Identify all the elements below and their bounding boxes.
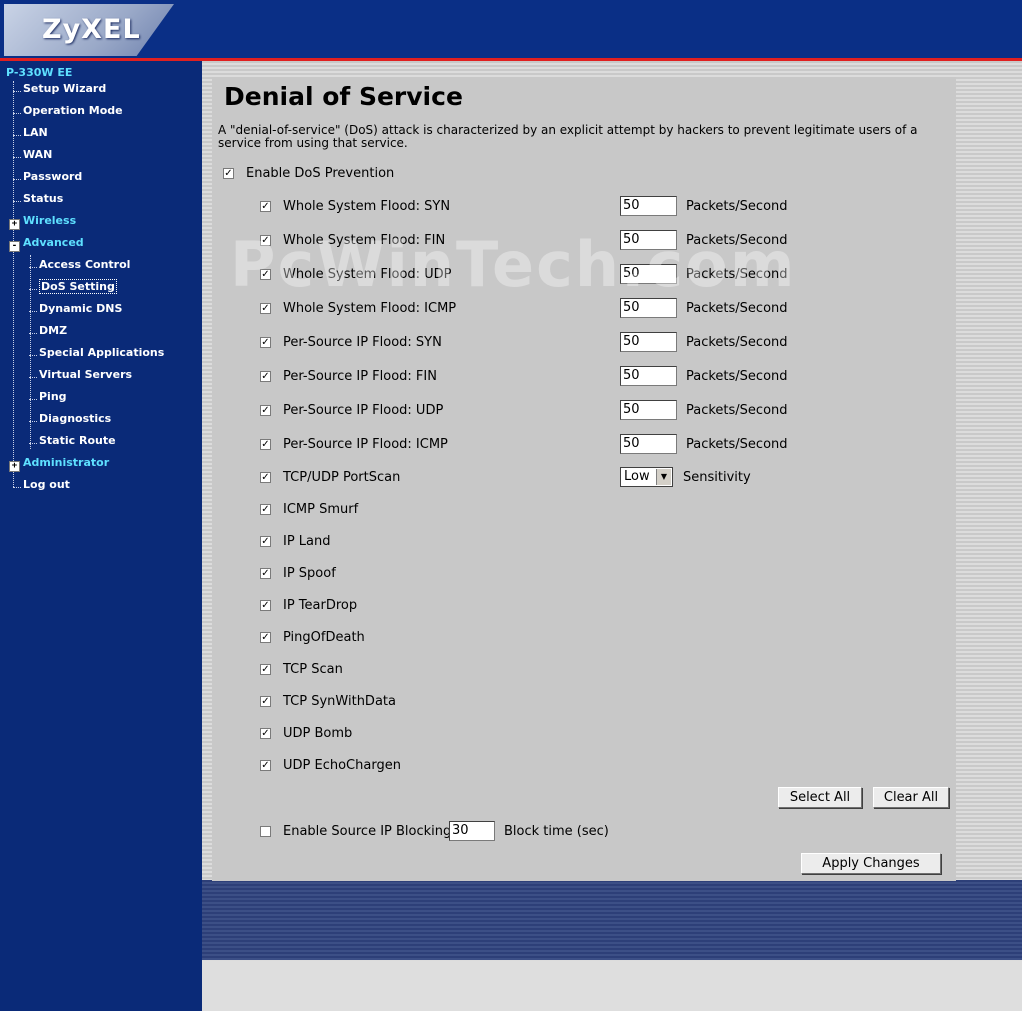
flood-label: Per-Source IP Flood: FIN: [283, 369, 437, 384]
flood-label: Per-Source IP Flood: SYN: [283, 335, 442, 350]
attack-label: IP Land: [283, 534, 331, 549]
flood-unit: Packets/Second: [686, 403, 788, 418]
flood-label: Per-Source IP Flood: UDP: [283, 403, 444, 418]
portscan-checkbox[interactable]: ✓: [260, 472, 271, 483]
flood-label: Whole System Flood: FIN: [283, 233, 446, 248]
attack-label: IP TearDrop: [283, 598, 358, 613]
attack-checkbox[interactable]: ✓: [260, 568, 271, 579]
zyxel-logo: ZyXEL: [42, 14, 141, 45]
enable-dos-checkbox[interactable]: ✓: [223, 168, 234, 179]
flood-rate-input[interactable]: 50: [620, 298, 677, 318]
sidebar-item-operation-mode[interactable]: Operation Mode: [13, 104, 123, 122]
portscan-label: TCP/UDP PortScan: [283, 470, 401, 485]
flood-label: Whole System Flood: SYN: [283, 199, 451, 214]
source-ip-blocking-checkbox[interactable]: [260, 826, 271, 837]
source-ip-blocking-label: Enable Source IP Blocking: [283, 824, 452, 839]
flood-checkbox[interactable]: ✓: [260, 439, 271, 450]
sidebar-item-special-applications[interactable]: Special Applications: [29, 346, 164, 364]
attack-checkbox[interactable]: ✓: [260, 536, 271, 547]
flood-checkbox[interactable]: ✓: [260, 371, 271, 382]
attack-checkbox[interactable]: ✓: [260, 696, 271, 707]
dos-panel: Denial of Service A "denial-of-service" …: [212, 77, 956, 881]
flood-unit: Packets/Second: [686, 301, 788, 316]
tree-line-advanced: [30, 255, 32, 449]
sidebar-item-password[interactable]: Password: [13, 170, 82, 188]
attack-label: UDP Bomb: [283, 726, 353, 741]
sidebar-item-administrator[interactable]: Administrator: [23, 456, 109, 474]
sensitivity-value: Low: [624, 469, 650, 484]
tree-line: [13, 81, 15, 487]
page-description: A "denial-of-service" (DoS) attack is ch…: [218, 123, 918, 150]
flood-unit: Packets/Second: [686, 335, 788, 350]
attack-label: PingOfDeath: [283, 630, 365, 645]
attack-checkbox[interactable]: ✓: [260, 504, 271, 515]
sidebar-item-wireless[interactable]: Wireless: [23, 214, 76, 232]
apply-changes-button[interactable]: Apply Changes: [801, 853, 941, 874]
sidebar-item-dos-setting[interactable]: DoS Setting: [29, 279, 117, 298]
flood-checkbox[interactable]: ✓: [260, 201, 271, 212]
flood-rate-input[interactable]: 50: [620, 400, 677, 420]
flood-rate-input[interactable]: 50: [620, 196, 677, 216]
device-name[interactable]: P-330W EE: [6, 66, 72, 79]
flood-rate-input[interactable]: 50: [620, 264, 677, 284]
flood-checkbox[interactable]: ✓: [260, 303, 271, 314]
block-time-input[interactable]: 30: [449, 821, 495, 841]
flood-unit: Packets/Second: [686, 267, 788, 282]
attack-checkbox[interactable]: ✓: [260, 760, 271, 771]
sidebar-item-access-control[interactable]: Access Control: [29, 258, 130, 276]
flood-rate-input[interactable]: 50: [620, 366, 677, 386]
attack-label: TCP SynWithData: [283, 694, 396, 709]
enable-dos-label: Enable DoS Prevention: [246, 166, 395, 181]
sensitivity-select[interactable]: Low ▼: [620, 467, 673, 487]
sidebar-item-log-out[interactable]: Log out: [13, 478, 70, 496]
collapse-advanced-icon[interactable]: -: [9, 241, 20, 252]
flood-checkbox[interactable]: ✓: [260, 405, 271, 416]
sidebar-item-ping[interactable]: Ping: [29, 390, 67, 408]
attack-label: UDP EchoChargen: [283, 758, 401, 773]
flood-rate-input[interactable]: 50: [620, 332, 677, 352]
chevron-down-icon[interactable]: ▼: [656, 469, 671, 485]
attack-checkbox[interactable]: ✓: [260, 632, 271, 643]
sidebar-item-lan[interactable]: LAN: [13, 126, 48, 144]
expand-administrator-icon[interactable]: +: [9, 461, 20, 472]
sidebar-item-setup-wizard[interactable]: Setup Wizard: [13, 82, 106, 100]
sidebar-item-static-route[interactable]: Static Route: [29, 434, 116, 452]
attack-label: TCP Scan: [283, 662, 343, 677]
sidebar-item-advanced[interactable]: Advanced: [23, 236, 84, 254]
sidebar-item-wan[interactable]: WAN: [13, 148, 52, 166]
flood-checkbox[interactable]: ✓: [260, 269, 271, 280]
main-background-lower: [202, 880, 1022, 960]
flood-label: Whole System Flood: UDP: [283, 267, 452, 282]
attack-checkbox[interactable]: ✓: [260, 664, 271, 675]
flood-label: Whole System Flood: ICMP: [283, 301, 457, 316]
flood-checkbox[interactable]: ✓: [260, 235, 271, 246]
sidebar-item-status[interactable]: Status: [13, 192, 63, 210]
flood-unit: Packets/Second: [686, 437, 788, 452]
attack-label: IP Spoof: [283, 566, 336, 581]
page-title: Denial of Service: [224, 82, 463, 111]
sensitivity-label: Sensitivity: [683, 470, 751, 485]
flood-rate-input[interactable]: 50: [620, 434, 677, 454]
attack-checkbox[interactable]: ✓: [260, 728, 271, 739]
main-background-bottom: [202, 961, 1022, 1011]
attack-label: ICMP Smurf: [283, 502, 359, 517]
header-bar: ZyXEL: [0, 0, 1022, 61]
flood-unit: Packets/Second: [686, 369, 788, 384]
sidebar-item-diagnostics[interactable]: Diagnostics: [29, 412, 111, 430]
flood-rate-input[interactable]: 50: [620, 230, 677, 250]
flood-label: Per-Source IP Flood: ICMP: [283, 437, 448, 452]
flood-unit: Packets/Second: [686, 233, 788, 248]
clear-all-button[interactable]: Clear All: [873, 787, 949, 808]
expand-wireless-icon[interactable]: +: [9, 219, 20, 230]
sidebar-item-virtual-servers[interactable]: Virtual Servers: [29, 368, 132, 386]
attack-checkbox[interactable]: ✓: [260, 600, 271, 611]
select-all-button[interactable]: Select All: [778, 787, 862, 808]
sidebar: P-330W EE Setup Wizard Operation Mode LA…: [0, 61, 202, 1011]
sidebar-item-dynamic-dns[interactable]: Dynamic DNS: [29, 302, 122, 320]
sidebar-item-dmz[interactable]: DMZ: [29, 324, 67, 342]
flood-checkbox[interactable]: ✓: [260, 337, 271, 348]
flood-unit: Packets/Second: [686, 199, 788, 214]
block-time-label: Block time (sec): [504, 824, 609, 839]
